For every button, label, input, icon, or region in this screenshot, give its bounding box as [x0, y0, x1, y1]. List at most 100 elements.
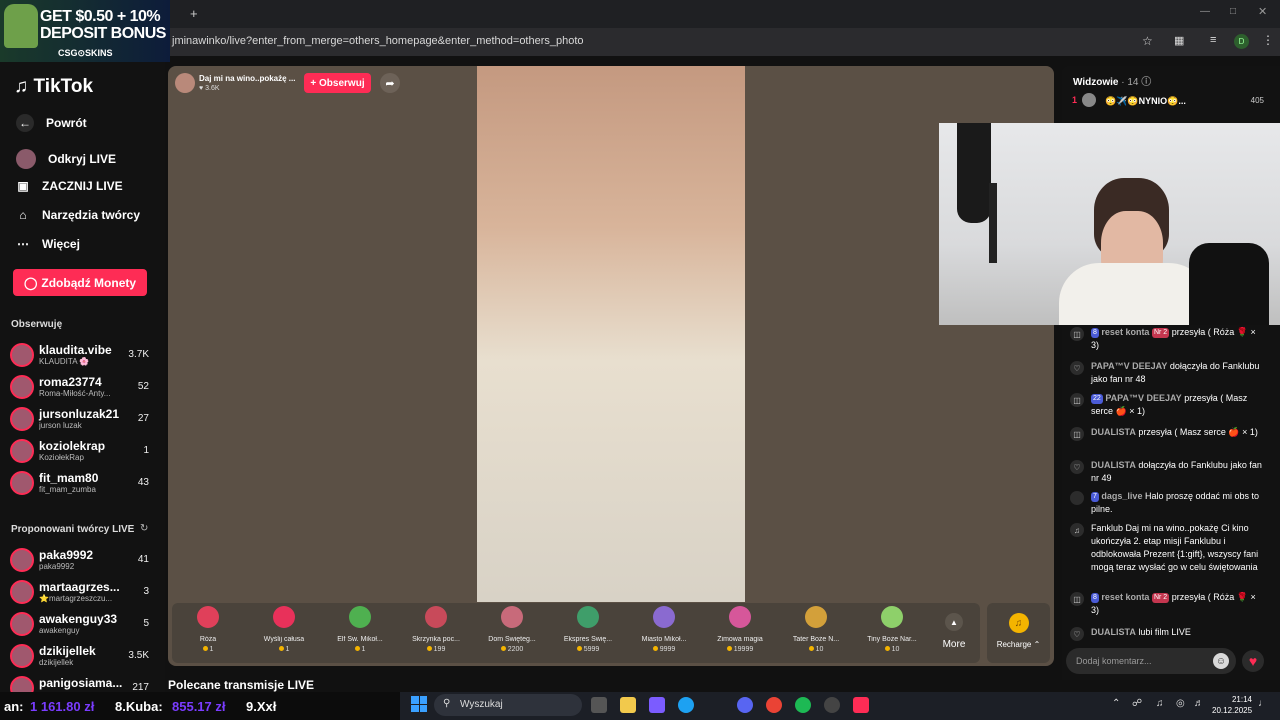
gift-item[interactable]: Miasto Mikoł... 9999: [629, 606, 699, 653]
ticker-label: an:: [4, 699, 24, 714]
gift-item[interactable]: Dom Święteg... 2200: [477, 606, 547, 653]
ticker-label: 9.Xxł: [246, 699, 277, 714]
taskbar-search[interactable]: Wyszukaj: [434, 694, 582, 716]
chat-message[interactable]: ◫ 8 reset konta Nr 2 przesyła ( Róża 🌹 × …: [1070, 591, 1265, 617]
suggested-sub: ⭐martagrzeszczu...: [39, 594, 113, 603]
recharge-button[interactable]: ♫ Recharge ⌃: [987, 603, 1050, 663]
new-tab-button[interactable]: +: [190, 6, 198, 21]
coin-icon: [500, 646, 506, 651]
task-view-icon[interactable]: [591, 697, 607, 713]
gift-item[interactable]: Ekspres Świę... 5999: [553, 606, 623, 653]
gift-item[interactable]: Zimowa magia 19999: [705, 606, 775, 653]
maximize-icon[interactable]: □: [1230, 6, 1236, 17]
reading-list-icon[interactable]: ≡: [1210, 34, 1216, 46]
chat-body: 8 reset konta Nr 2 przesyła ( Róża 🌹 × 3…: [1091, 326, 1265, 352]
viewers-header[interactable]: Widzowie · 14 ⓘ: [1073, 73, 1151, 88]
follow-button[interactable]: + Obserwuj: [304, 73, 371, 93]
more-gifts-label: More: [942, 639, 966, 650]
chat-username[interactable]: DUALISTA: [1091, 627, 1136, 637]
tray-chevron-icon[interactable]: ⌃: [1112, 698, 1120, 709]
spotify-icon[interactable]: [795, 697, 811, 713]
live-video[interactable]: [477, 66, 745, 602]
copilot-icon[interactable]: [649, 697, 665, 713]
following-item[interactable]: klaudita.vibe KLAUDITA 🌸 3.7K: [10, 341, 155, 371]
suggested-name: panigosiama...: [39, 676, 123, 690]
chat-message[interactable]: ♡ PAPA™V DEEJAY dołączyła do Fanklubu jak…: [1070, 360, 1265, 386]
suggested-item[interactable]: paka9992 paka9992 41: [10, 546, 155, 576]
chat-username[interactable]: reset konta: [1101, 592, 1149, 602]
tiktok-logo[interactable]: ♫ TikTok: [14, 76, 93, 98]
nav-discover-live[interactable]: Odkryj LIVE: [16, 149, 116, 169]
level-badge: 7: [1091, 492, 1099, 502]
nav-more[interactable]: ⋯ Więcej: [16, 237, 80, 251]
chat-message[interactable]: ♡ DUALISTA dołączyła do Fanklubu jako fan…: [1070, 459, 1265, 485]
obs-icon[interactable]: [824, 697, 840, 713]
gift-item[interactable]: Tater Boże N... 10: [781, 606, 851, 653]
volume-icon[interactable]: ♬: [1194, 698, 1204, 709]
chat-username[interactable]: DUALISTA: [1091, 460, 1136, 470]
following-item[interactable]: fit_mam80 fit_mam_zumba 43: [10, 469, 155, 499]
nav-creator-tools[interactable]: ⌂ Narzędzia twórcy: [16, 208, 140, 222]
following-item[interactable]: koziolekrap KoziołekRap 1: [10, 437, 155, 467]
refresh-icon[interactable]: ↻: [140, 523, 148, 534]
gift-item[interactable]: Róża 1: [173, 606, 243, 653]
chat-message[interactable]: ♫ Fanklub Daj mi na wino..pokażę Ci kino …: [1070, 522, 1265, 574]
following-item[interactable]: roma23774 Roma-Miłość-Anty... 52: [10, 373, 155, 403]
suggested-item[interactable]: dzikijellek dzikijellek 3.5K: [10, 642, 155, 672]
file-explorer-icon[interactable]: [620, 697, 636, 713]
nav-back[interactable]: ← Powrót: [16, 114, 87, 132]
following-name: roma23774: [39, 375, 102, 389]
gift-item[interactable]: Wyślij całusa 1: [249, 606, 319, 653]
menu-kebab-icon[interactable]: ⋮: [1262, 33, 1274, 47]
edge-icon[interactable]: [678, 697, 694, 713]
chrome-icon[interactable]: [766, 697, 782, 713]
notification-bell-icon[interactable]: ♩: [1258, 698, 1268, 709]
get-coins-button[interactable]: ◯ Zdobądź Monety: [13, 269, 147, 296]
emoji-icon[interactable]: ☺: [1213, 653, 1229, 669]
extensions-icon[interactable]: ▦: [1174, 34, 1184, 47]
chat-message[interactable]: ◫ 22 PAPA™V DEEJAY przesyła ( Masz serce …: [1070, 392, 1265, 418]
wifi-icon[interactable]: ◎: [1176, 698, 1185, 709]
following-item[interactable]: jursonluzak21 jurson luzak 27: [10, 405, 155, 435]
chat-username[interactable]: reset konta: [1101, 327, 1149, 337]
tiktok-app-icon[interactable]: [853, 697, 869, 713]
chat-message[interactable]: 7 dags_live Halo proszę oddać mi obs to …: [1070, 490, 1265, 516]
chat-message[interactable]: ◫ DUALISTA przesyła ( Masz serce 🍎 × 1): [1070, 426, 1265, 441]
like-heart-icon[interactable]: ♥: [1242, 650, 1264, 672]
chat-message[interactable]: ♡ DUALISTA lubi film LIVE: [1070, 626, 1265, 641]
host-avatar[interactable]: [175, 73, 195, 93]
chat-username[interactable]: dags_live: [1101, 491, 1142, 501]
star-icon[interactable]: ☆: [1142, 34, 1153, 48]
suggested-item[interactable]: awakenguy33 awakenguy 5: [10, 610, 155, 640]
gift-icon: ◫: [1070, 592, 1084, 606]
nav-start-live[interactable]: ▣ ZACZNIJ LIVE: [16, 179, 122, 193]
url-text[interactable]: jminawinko/live?enter_from_merge=others_…: [172, 35, 584, 47]
taskbar-clock[interactable]: 21:14 20.12.2025: [1212, 694, 1252, 716]
chat-body: 7 dags_live Halo proszę oddać mi obs to …: [1091, 490, 1265, 516]
top-viewer-row[interactable]: 1 😳✈️😳NYNIO😳... 405: [1072, 93, 1272, 109]
gift-item[interactable]: Elf Św. Mikoł... 1: [325, 606, 395, 653]
chat-username[interactable]: PAPA™V DEEJAY: [1091, 361, 1167, 371]
profile-avatar[interactable]: D: [1234, 34, 1249, 49]
chat-message[interactable]: ◫ 8 reset konta Nr 2 przesyła ( Róża 🌹 × …: [1070, 326, 1265, 352]
comment-input[interactable]: Dodaj komentarz...: [1066, 648, 1236, 674]
mic-tray-icon[interactable]: ♫: [1156, 698, 1164, 709]
chat-username[interactable]: PAPA™V DEEJAY: [1105, 393, 1181, 403]
share-icon[interactable]: ➦: [380, 73, 400, 93]
more-gifts-button[interactable]: ▲ More: [939, 613, 969, 650]
suggested-item[interactable]: martaagrzes... ⭐martagrzeszczu... 3: [10, 578, 155, 608]
gift-item[interactable]: Skrzynka poc... 199: [401, 606, 471, 653]
viewer-count: 1: [143, 445, 149, 456]
gift-item[interactable]: Tiny Boże Nar... 10: [857, 606, 927, 653]
windows-start-icon[interactable]: [411, 696, 427, 712]
discord-icon[interactable]: [737, 697, 753, 713]
address-bar[interactable]: jminawinko/live?enter_from_merge=others_…: [170, 28, 1280, 56]
close-icon[interactable]: ✕: [1258, 5, 1267, 18]
chat-body: PAPA™V DEEJAY dołączyła do Fanklubu jako…: [1091, 360, 1265, 386]
minimize-icon[interactable]: —: [1200, 6, 1210, 17]
chat-username[interactable]: DUALISTA: [1091, 427, 1136, 437]
network-icon[interactable]: ☍: [1132, 698, 1142, 709]
level-badge: 22: [1091, 394, 1103, 404]
avatar: [1082, 93, 1096, 107]
info-icon[interactable]: ⓘ: [1141, 77, 1151, 88]
